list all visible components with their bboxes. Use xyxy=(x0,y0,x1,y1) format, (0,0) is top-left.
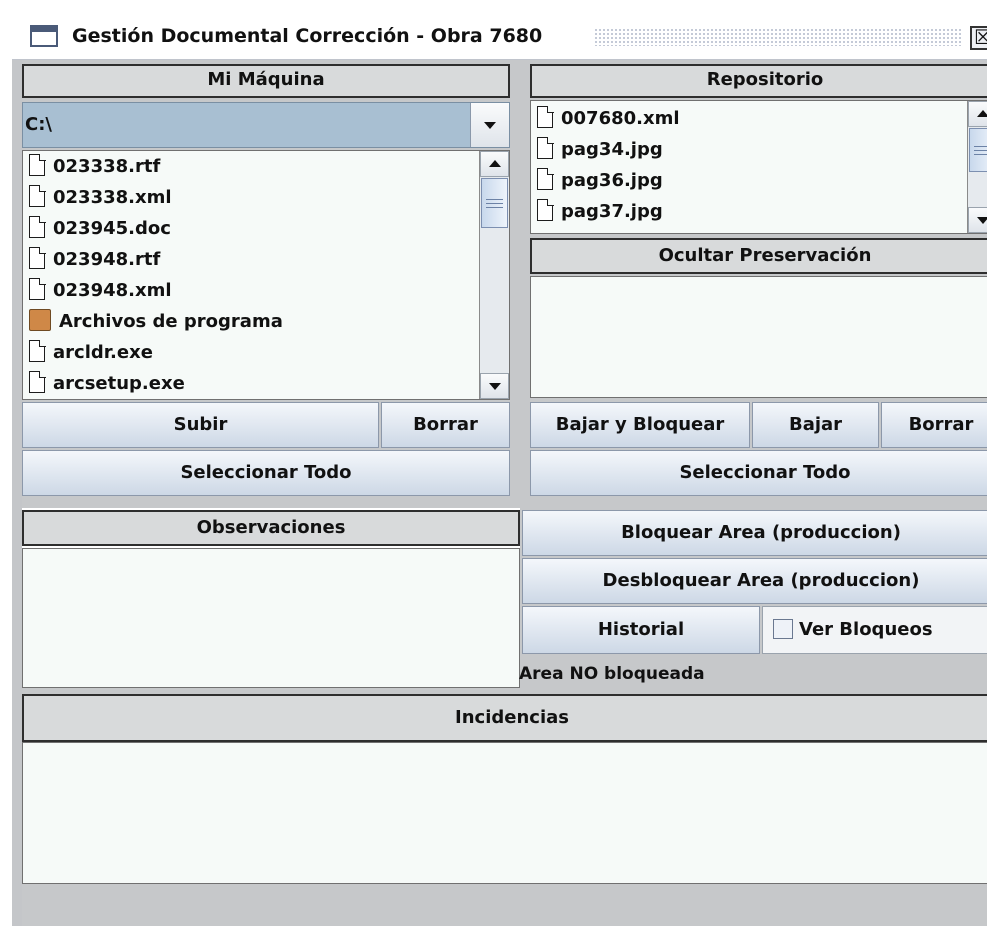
upload-button[interactable]: Subir xyxy=(22,402,379,448)
list-item[interactable]: pag37.jpg xyxy=(537,196,663,228)
file-icon xyxy=(537,198,554,221)
list-item[interactable]: 023948.rtf xyxy=(29,244,160,276)
file-icon xyxy=(29,215,46,238)
repo-scrollbar[interactable] xyxy=(967,101,987,233)
window-title: Gestión Documental Corrección - Obra 768… xyxy=(72,25,543,47)
file-icon xyxy=(29,370,46,393)
local-header: Mi Máquina xyxy=(22,64,510,98)
preservation-area xyxy=(530,276,987,398)
repo-header: Repositorio xyxy=(530,64,987,98)
scroll-up-button[interactable] xyxy=(968,101,987,127)
observations-header: Observaciones xyxy=(22,510,520,546)
incidents-header: Incidencias xyxy=(22,694,987,742)
arrow-up-icon xyxy=(488,160,501,167)
preservation-header[interactable]: Ocultar Preservación xyxy=(530,238,987,274)
view-locks-toggle[interactable]: Ver Bloqueos xyxy=(762,606,987,654)
list-item[interactable]: 023948.xml xyxy=(29,275,172,307)
repo-select-all-button[interactable]: Seleccionar Todo xyxy=(530,450,987,496)
close-icon[interactable]: ☒ xyxy=(970,26,987,50)
chevron-down-icon xyxy=(484,122,496,129)
observations-textarea[interactable] xyxy=(22,548,520,688)
view-locks-checkbox[interactable] xyxy=(773,618,793,639)
scroll-up-button[interactable] xyxy=(480,151,509,177)
download-button[interactable]: Bajar xyxy=(752,402,879,448)
lock-area-button[interactable]: Bloquear Area (produccion) xyxy=(522,510,987,556)
local-file-list[interactable]: 023338.rtf 023338.xml 023945.doc 023948.… xyxy=(22,150,510,400)
app-window: Gestión Documental Corrección - Obra 768… xyxy=(0,0,987,926)
area-status: Area NO bloqueada xyxy=(519,664,705,684)
download-lock-button[interactable]: Bajar y Bloquear xyxy=(530,402,750,448)
incidents-textarea[interactable] xyxy=(22,742,987,884)
file-icon xyxy=(29,246,46,269)
scroll-thumb[interactable] xyxy=(969,128,987,172)
file-icon xyxy=(29,153,46,176)
file-icon xyxy=(537,105,554,128)
vertical-divider[interactable] xyxy=(510,60,530,500)
file-icon xyxy=(537,136,554,159)
arrow-up-icon xyxy=(976,110,987,117)
title-bar[interactable]: Gestión Documental Corrección - Obra 768… xyxy=(12,12,987,60)
list-item[interactable]: 023945.doc xyxy=(29,213,171,245)
file-icon xyxy=(29,339,46,362)
repo-file-list[interactable]: 007680.xml pag34.jpg pag36.jpg pag37.jpg xyxy=(530,100,987,234)
drive-dropdown-button[interactable] xyxy=(470,103,509,147)
file-icon xyxy=(537,167,554,190)
local-delete-button[interactable]: Borrar xyxy=(381,402,510,448)
list-item[interactable]: 023338.xml xyxy=(29,182,172,214)
file-icon xyxy=(29,184,46,207)
history-button[interactable]: Historial xyxy=(522,606,760,654)
list-item[interactable]: 023338.rtf xyxy=(29,151,160,183)
window-icon xyxy=(30,25,58,47)
list-item[interactable]: arcsetup.exe xyxy=(29,368,185,399)
list-item[interactable]: arcldr.exe xyxy=(29,337,153,369)
unlock-area-button[interactable]: Desbloquear Area (produccion) xyxy=(522,558,987,604)
view-locks-label: Ver Bloqueos xyxy=(799,619,933,640)
window-frame-left xyxy=(12,60,22,926)
arrow-down-icon xyxy=(976,217,987,224)
local-scrollbar[interactable] xyxy=(479,151,509,399)
scroll-down-button[interactable] xyxy=(480,373,509,399)
file-icon xyxy=(29,277,46,300)
drive-select[interactable]: C:\ xyxy=(22,102,510,148)
folder-icon xyxy=(29,309,51,331)
local-select-all-button[interactable]: Seleccionar Todo xyxy=(22,450,510,496)
scroll-thumb[interactable] xyxy=(481,178,508,228)
drive-select-value: C:\ xyxy=(25,114,52,135)
status-bar xyxy=(22,884,987,926)
horizontal-divider[interactable] xyxy=(22,496,987,508)
list-item[interactable]: pag36.jpg xyxy=(537,165,663,197)
repo-delete-button[interactable]: Borrar xyxy=(881,402,987,448)
scroll-down-button[interactable] xyxy=(968,207,987,233)
title-bar-pattern xyxy=(594,28,962,46)
list-item[interactable]: Archivos de programa xyxy=(29,306,283,338)
arrow-down-icon xyxy=(488,383,501,390)
list-item[interactable]: pag34.jpg xyxy=(537,134,663,166)
list-item[interactable]: 007680.xml xyxy=(537,103,680,135)
